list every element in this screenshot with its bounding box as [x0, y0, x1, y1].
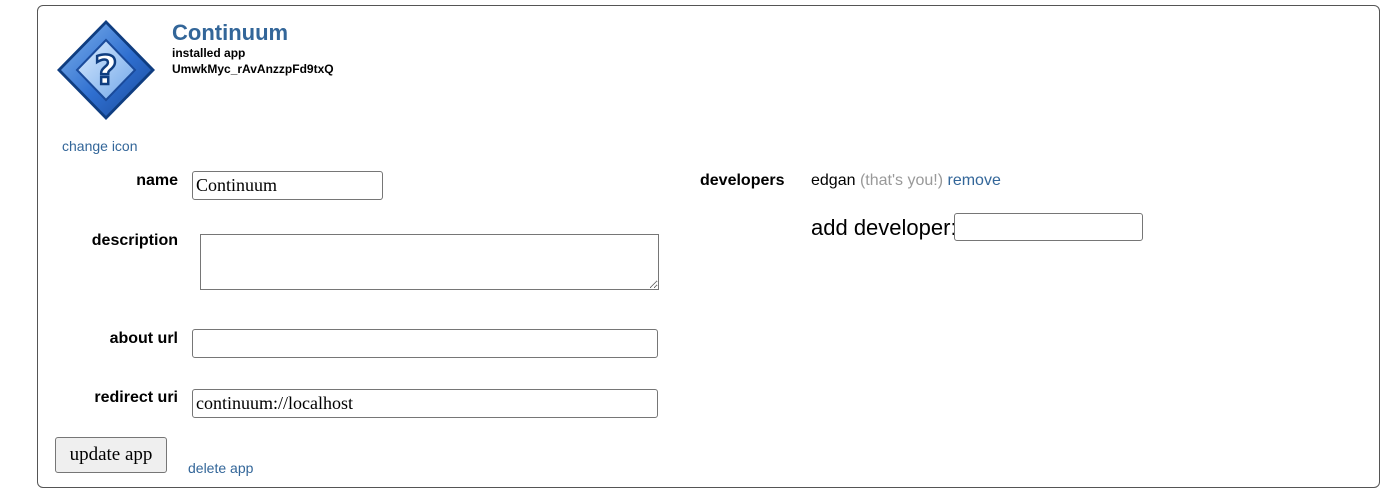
add-developer-label: add developer:: [811, 215, 957, 240]
remove-developer-link[interactable]: remove: [948, 172, 1001, 189]
question-mark-diamond-icon: ?: [57, 20, 155, 120]
delete-app-link[interactable]: delete app: [188, 460, 253, 476]
app-type-label: installed app: [172, 46, 246, 60]
description-textarea[interactable]: [200, 234, 659, 290]
name-label: name: [136, 172, 178, 189]
change-icon-link[interactable]: change icon: [62, 138, 138, 154]
about-url-label: about url: [109, 330, 178, 347]
app-client-id: UmwkMyc_rAvAnzzpFd9txQ: [172, 62, 334, 76]
description-label: description: [91, 232, 178, 249]
update-app-button[interactable]: update app: [55, 437, 167, 473]
redirect-uri-label: redirect uri: [94, 389, 178, 406]
app-title: Continuum: [172, 20, 289, 45]
about-url-input[interactable]: [192, 329, 658, 358]
developers-label: developers: [700, 172, 785, 189]
redirect-uri-input[interactable]: [192, 389, 658, 418]
add-developer-input[interactable]: [954, 213, 1143, 241]
svg-text:?: ?: [94, 48, 117, 94]
developer-entry: edgan (that's you!) remove: [811, 172, 1001, 190]
name-input[interactable]: [192, 171, 383, 200]
developer-username: edgan: [811, 172, 856, 189]
developer-self-note: (that's you!): [859, 172, 944, 189]
